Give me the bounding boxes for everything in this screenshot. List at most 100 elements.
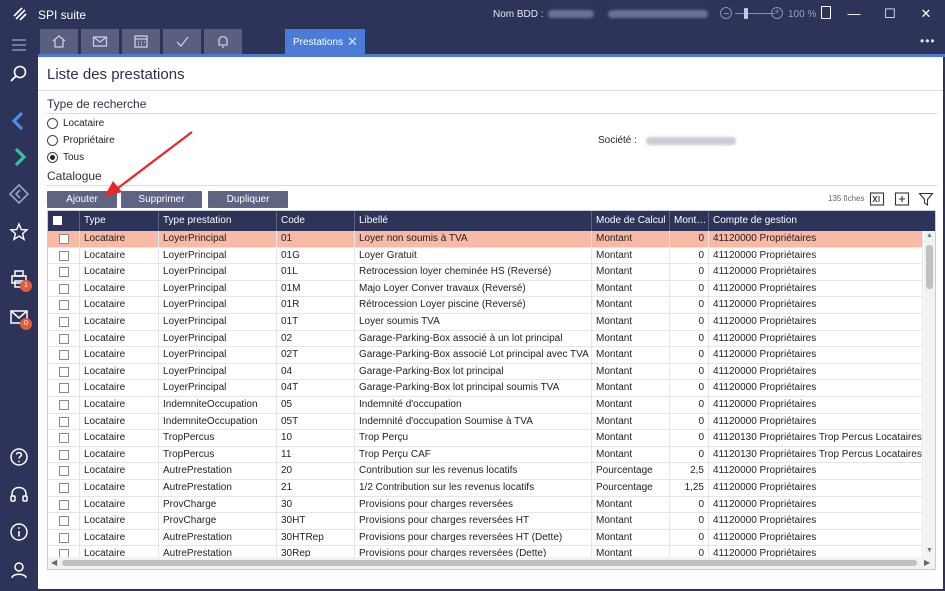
cell-type-prestation[interactable]: AutrePrestation <box>159 463 277 480</box>
cell-montant[interactable]: 0 <box>670 247 709 264</box>
row-checkbox[interactable] <box>59 300 69 311</box>
column-header-montant[interactable]: Mont… <box>670 211 709 231</box>
cell-type-prestation[interactable]: LoyerPrincipal <box>159 280 277 297</box>
cell-code[interactable]: 01G <box>277 247 355 264</box>
delete-button[interactable]: Supprimer <box>121 191 202 208</box>
cell-code[interactable]: 30 <box>277 496 355 513</box>
cell-type[interactable]: Locataire <box>80 231 159 247</box>
select-all-checkbox[interactable] <box>53 216 62 225</box>
zoom-slider[interactable] <box>735 13 775 14</box>
column-header-libelle[interactable]: Libellé <box>355 211 592 231</box>
cell-montant[interactable]: 0 <box>670 430 709 447</box>
cell-libelle[interactable]: Garage-Parking-Box associé Lot principal… <box>355 347 592 364</box>
cell-mode-calcul[interactable]: Montant <box>592 264 670 281</box>
cell-montant[interactable]: 0 <box>670 363 709 380</box>
column-header-compte-gestion[interactable]: Compte de gestion <box>709 211 935 231</box>
excel-export-icon[interactable] <box>869 191 885 207</box>
radio-locataire[interactable] <box>47 118 58 129</box>
table-row[interactable]: Locataire LoyerPrincipal 01M Majo Loyer Con… <box>48 280 923 298</box>
table-row[interactable]: Locataire AutrePrestation 20 Contribution s… <box>48 463 923 480</box>
row-checkbox[interactable] <box>59 250 69 261</box>
cell-type[interactable]: Locataire <box>80 297 159 314</box>
cell-code[interactable]: 30HT <box>277 513 355 530</box>
cell-type[interactable]: Locataire <box>80 463 159 480</box>
table-row[interactable]: Locataire IndemniteOccupation 05 Indemnité … <box>48 396 923 414</box>
cell-code[interactable]: 11 <box>277 446 355 463</box>
row-checkbox[interactable] <box>59 399 69 410</box>
table-row[interactable]: Locataire LoyerPrincipal 01R Rétrocession L… <box>48 297 923 314</box>
cell-mode-calcul[interactable]: Montant <box>592 380 670 397</box>
cell-compte-gestion[interactable]: 41120000 Propriétaires <box>709 496 923 513</box>
cell-libelle[interactable]: Contribution sur les revenus locatifs <box>355 463 592 480</box>
societe-value-redacted[interactable] <box>646 137 736 145</box>
cell-libelle[interactable]: Provisions pour charges reversées <box>355 496 592 513</box>
cell-code[interactable]: 30HTRep <box>277 529 355 546</box>
cell-mode-calcul[interactable]: Montant <box>592 347 670 364</box>
cell-type[interactable]: Locataire <box>80 363 159 380</box>
column-header-type[interactable]: Type <box>80 211 159 231</box>
cell-compte-gestion[interactable]: 41120000 Propriétaires <box>709 479 923 496</box>
row-checkbox[interactable] <box>59 482 69 493</box>
table-row[interactable]: Locataire LoyerPrincipal 01G Loyer Gratuit M… <box>48 247 923 265</box>
tab-tasks[interactable] <box>163 29 201 54</box>
radio-tous-label[interactable]: Tous <box>63 152 84 163</box>
cell-code[interactable]: 20 <box>277 463 355 480</box>
row-checkbox[interactable] <box>59 383 69 394</box>
cell-compte-gestion[interactable]: 41120000 Propriétaires <box>709 247 923 264</box>
module-blue-icon[interactable] <box>8 110 30 132</box>
scroll-right-arrow-icon[interactable]: ▶ <box>924 558 930 567</box>
cell-montant[interactable]: 1,25 <box>670 479 709 496</box>
close-tab-icon[interactable]: ✕ <box>347 34 358 50</box>
cell-type-prestation[interactable]: LoyerPrincipal <box>159 247 277 264</box>
cell-type[interactable]: Locataire <box>80 280 159 297</box>
radio-proprietaire[interactable] <box>47 135 58 146</box>
close-window-button[interactable]: ✕ <box>918 6 934 22</box>
cell-type-prestation[interactable]: LoyerPrincipal <box>159 264 277 281</box>
row-checkbox[interactable] <box>59 234 69 244</box>
cell-type[interactable]: Locataire <box>80 330 159 347</box>
cell-libelle[interactable]: Trop Perçu CAF <box>355 446 592 463</box>
cell-libelle[interactable]: Loyer Gratuit <box>355 247 592 264</box>
cell-type-prestation[interactable]: ProvCharge <box>159 496 277 513</box>
cell-compte-gestion[interactable]: 41120000 Propriétaires <box>709 380 923 397</box>
cell-mode-calcul[interactable]: Pourcentage <box>592 479 670 496</box>
cell-libelle[interactable]: Provisions pour charges reversées HT (De… <box>355 529 592 546</box>
cell-type-prestation[interactable]: LoyerPrincipal <box>159 380 277 397</box>
cell-montant[interactable]: 0 <box>670 347 709 364</box>
cell-mode-calcul[interactable]: Montant <box>592 446 670 463</box>
add-row-icon[interactable] <box>894 191 910 207</box>
cell-code[interactable]: 01L <box>277 264 355 281</box>
cell-montant[interactable]: 2,5 <box>670 463 709 480</box>
cell-type-prestation[interactable]: LoyerPrincipal <box>159 330 277 347</box>
cell-montant[interactable]: 0 <box>670 413 709 430</box>
cell-type[interactable]: Locataire <box>80 247 159 264</box>
cell-type[interactable]: Locataire <box>80 446 159 463</box>
cell-type-prestation[interactable]: IndemniteOccupation <box>159 396 277 413</box>
tab-prestations[interactable]: Prestations ✕ <box>285 29 365 55</box>
radio-tous[interactable] <box>47 152 58 163</box>
cell-code[interactable]: 05 <box>277 396 355 413</box>
cell-compte-gestion[interactable]: 41120000 Propriétaires <box>709 513 923 530</box>
help-icon[interactable] <box>8 446 30 468</box>
cell-mode-calcul[interactable]: Montant <box>592 396 670 413</box>
cell-type[interactable]: Locataire <box>80 430 159 447</box>
cell-montant[interactable]: 0 <box>670 231 709 247</box>
cell-libelle[interactable]: Rétrocession Loyer piscine (Reversé) <box>355 297 592 314</box>
filter-icon[interactable] <box>918 191 934 207</box>
row-checkbox[interactable] <box>59 283 69 294</box>
duplicate-button[interactable]: Dupliquer <box>208 191 288 208</box>
cell-compte-gestion[interactable]: 41120000 Propriétaires <box>709 529 923 546</box>
cell-libelle[interactable]: Garage-Parking-Box lot principal soumis … <box>355 380 592 397</box>
tab-calendar[interactable] <box>122 29 160 54</box>
cell-libelle[interactable]: Loyer non soumis à TVA <box>355 231 592 247</box>
cell-mode-calcul[interactable]: Montant <box>592 496 670 513</box>
scroll-left-arrow-icon[interactable]: ◀ <box>51 558 57 567</box>
cell-code[interactable]: 01T <box>277 313 355 330</box>
cell-type-prestation[interactable]: LoyerPrincipal <box>159 231 277 247</box>
radio-locataire-label[interactable]: Locataire <box>63 118 104 129</box>
cell-type-prestation[interactable]: TropPercus <box>159 446 277 463</box>
cell-mode-calcul[interactable]: Montant <box>592 231 670 247</box>
table-row[interactable]: Locataire AutrePrestation 30HTRep Provision… <box>48 529 923 547</box>
cell-type-prestation[interactable]: AutrePrestation <box>159 479 277 496</box>
cell-libelle[interactable]: Garage-Parking-Box lot principal <box>355 363 592 380</box>
